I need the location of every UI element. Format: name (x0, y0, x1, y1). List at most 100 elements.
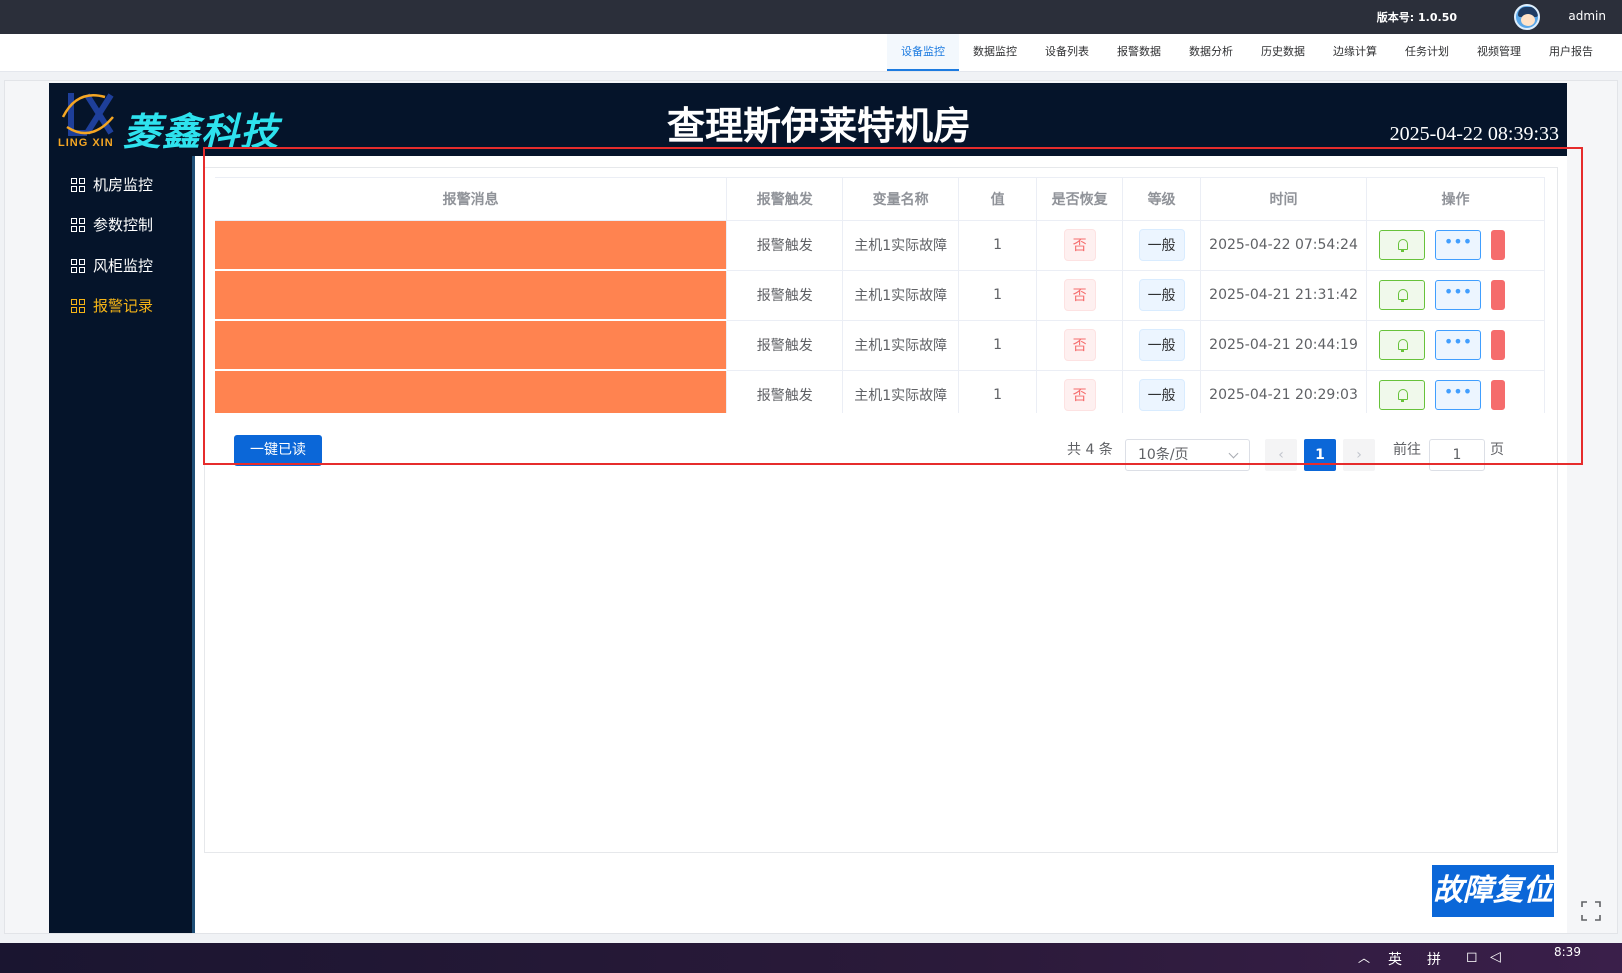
sidebar-item-alarm-records[interactable]: 报警记录 (71, 295, 153, 317)
column-header: 变量名称 (842, 178, 960, 221)
value-cell: 1 (958, 370, 1038, 413)
goto-page-input[interactable]: 1 (1429, 439, 1485, 471)
variable-cell: 主机1实际故障 (842, 220, 960, 271)
menu-item-task-plan[interactable]: 任务计划 (1391, 34, 1463, 71)
screen-header: LING XIN 菱鑫科技 查理斯伊莱特机房 2025-04-22 08:39:… (49, 83, 1567, 156)
level-cell: 一般 (1122, 270, 1202, 321)
table-header-row: 报警消息 报警触发 变量名称 值 是否恢复 等级 时间 操作 (215, 178, 1545, 221)
table-row: 报警触发 主机1实际故障 1 否 一般 2025-04-21 21:31:42 … (215, 270, 1545, 321)
sidebar-item-label: 风柜监控 (93, 257, 154, 275)
trigger-cell: 报警触发 (726, 270, 844, 321)
taskbar-time: 8:39 (1554, 945, 1581, 959)
bell-icon (1397, 339, 1408, 352)
recovered-cell: 否 (1036, 320, 1124, 371)
total-count: 共 4 条 (1067, 442, 1113, 458)
clock-readout: 2025-04-22 08:39:33 (1389, 123, 1559, 145)
column-header: 值 (958, 178, 1038, 221)
ime-pinyin-indicator[interactable]: 拼 (1427, 949, 1441, 969)
operation-cell: ••• (1366, 220, 1545, 271)
user-avatar[interactable] (1514, 4, 1540, 30)
menu-item-device-list[interactable]: 设备列表 (1031, 34, 1103, 71)
delete-button[interactable] (1490, 380, 1505, 410)
ime-english-indicator[interactable]: 英 (1388, 949, 1402, 969)
version-label: 版本号: 1.0.50 (1376, 11, 1457, 24)
page-size-select[interactable]: 10条/页 (1125, 439, 1250, 471)
operation-cell: ••• (1366, 270, 1545, 321)
menu-item-device-monitor[interactable]: 设备监控 (887, 34, 959, 71)
column-header: 报警消息 (215, 178, 728, 221)
acknowledge-button[interactable] (1378, 280, 1425, 310)
table-row: 报警触发 主机1实际故障 1 否 一般 2025-04-22 07:54:24 … (215, 220, 1545, 271)
sidebar: 机房监控 参数控制 风柜监控 报警记录 (49, 156, 194, 933)
more-button[interactable]: ••• (1434, 280, 1481, 310)
grid-icon (71, 299, 85, 313)
prev-page-button[interactable]: ‹ (1265, 439, 1297, 471)
menu-item-video-manage[interactable]: 视频管理 (1463, 34, 1535, 71)
page-unit-label: 页 (1490, 442, 1504, 458)
page-size-value: 10条/页 (1138, 447, 1189, 463)
current-page-button[interactable]: 1 (1304, 439, 1336, 471)
time-cell: 2025-04-21 20:29:03 (1200, 370, 1367, 413)
alarm-table-wrap: 报警消息 报警触发 变量名称 值 是否恢复 等级 时间 操作 报警触发 主机1实… (215, 177, 1545, 413)
menu-item-data-analysis[interactable]: 数据分析 (1175, 34, 1247, 71)
bell-icon (1397, 389, 1408, 402)
level-tag: 一般 (1138, 329, 1185, 361)
level-tag: 一般 (1138, 229, 1185, 261)
trigger-cell: 报警触发 (726, 370, 844, 413)
menu-item-history-data[interactable]: 历史数据 (1247, 34, 1319, 71)
sidebar-item-label: 机房监控 (93, 176, 154, 194)
bell-icon (1397, 239, 1408, 252)
level-cell: 一般 (1122, 220, 1202, 271)
recovered-tag: 否 (1063, 279, 1096, 311)
level-tag: 一般 (1138, 279, 1185, 311)
operation-cell: ••• (1366, 320, 1545, 371)
fullscreen-icon[interactable] (1580, 900, 1602, 922)
table-row: 报警触发 主机1实际故障 1 否 一般 2025-04-21 20:44:19 … (215, 320, 1545, 371)
more-button[interactable]: ••• (1434, 380, 1481, 410)
top-bar: 版本号: 1.0.50 admin (0, 0, 1622, 34)
table-row: 报警触发 主机1实际故障 1 否 一般 2025-04-21 20:29:03 … (215, 370, 1545, 413)
next-page-button[interactable]: › (1343, 439, 1375, 471)
recovered-tag: 否 (1063, 379, 1096, 411)
alarm-message-cell (215, 270, 728, 321)
sidebar-item-room-monitor[interactable]: 机房监控 (71, 174, 153, 196)
logo-subtitle: LING XIN (58, 137, 114, 149)
sidebar-divider (192, 156, 195, 933)
sidebar-item-label: 参数控制 (93, 216, 154, 234)
os-taskbar: ︿ 英 拼 ◻ ◁ 8:39 (0, 943, 1622, 973)
sidebar-item-fan-monitor[interactable]: 风柜监控 (71, 255, 153, 277)
value-cell: 1 (958, 220, 1038, 271)
sidebar-item-param-control[interactable]: 参数控制 (71, 214, 153, 236)
alarm-message-cell (215, 220, 728, 271)
recovered-cell: 否 (1036, 370, 1124, 413)
user-name[interactable]: admin (1568, 9, 1606, 23)
menu-item-user-report[interactable]: 用户报告 (1535, 34, 1607, 71)
goto-label: 前往 (1393, 442, 1421, 458)
acknowledge-button[interactable] (1378, 330, 1425, 360)
volume-icon[interactable]: ◁ (1490, 949, 1501, 965)
delete-button[interactable] (1490, 280, 1505, 310)
more-button[interactable]: ••• (1434, 230, 1481, 260)
delete-button[interactable] (1490, 330, 1505, 360)
chevron-up-icon[interactable]: ︿ (1358, 949, 1370, 966)
acknowledge-button[interactable] (1378, 230, 1425, 260)
trigger-cell: 报警触发 (726, 320, 844, 371)
delete-button[interactable] (1490, 230, 1505, 260)
level-cell: 一般 (1122, 370, 1202, 413)
display-icon[interactable]: ◻ (1466, 949, 1478, 965)
recovered-tag: 否 (1063, 329, 1096, 361)
grid-icon (71, 218, 85, 232)
alarm-message-cell (215, 370, 728, 413)
value-cell: 1 (958, 270, 1038, 321)
time-cell: 2025-04-21 21:31:42 (1200, 270, 1367, 321)
column-header: 报警触发 (726, 178, 844, 221)
menu-item-alarm-data[interactable]: 报警数据 (1103, 34, 1175, 71)
mark-all-read-button[interactable]: 一键已读 (234, 435, 322, 466)
grid-icon (71, 178, 85, 192)
acknowledge-button[interactable] (1378, 380, 1425, 410)
fault-reset-button[interactable]: 故障复位 (1432, 865, 1554, 917)
menu-item-edge-computing[interactable]: 边缘计算 (1319, 34, 1391, 71)
more-button[interactable]: ••• (1434, 330, 1481, 360)
value-cell: 1 (958, 320, 1038, 371)
menu-item-data-monitor[interactable]: 数据监控 (959, 34, 1031, 71)
